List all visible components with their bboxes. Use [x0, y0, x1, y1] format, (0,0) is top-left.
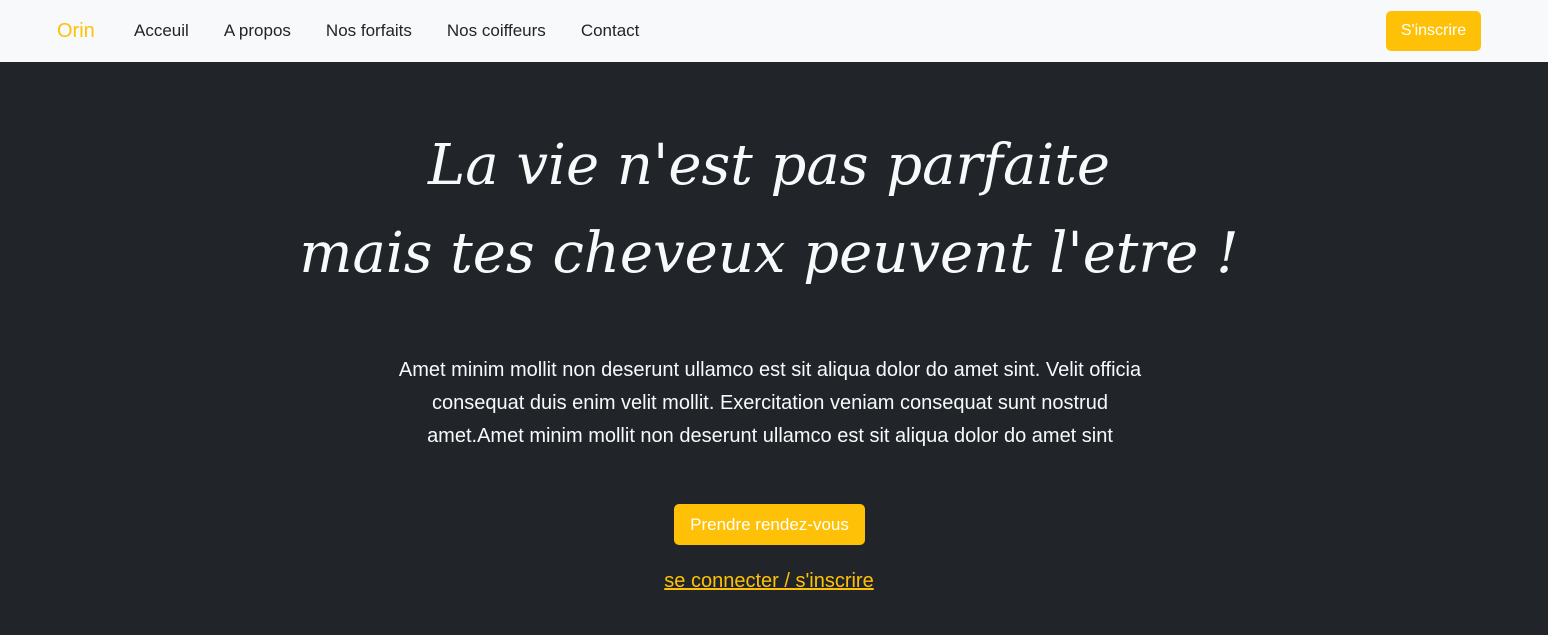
hero-title-line-2: mais tes cheveux peuvent l'etre ! — [299, 221, 1239, 286]
hero-section: La vie n'est pas parfaite mais tes cheve… — [0, 62, 1548, 635]
hero-description-line-1: Amet minim mollit non deserunt ullamco e… — [398, 359, 1142, 381]
hero-title-line-1: La vie n'est pas parfaite — [428, 133, 1110, 198]
login-signup-link[interactable]: se connecter / s'inscrire — [664, 570, 873, 592]
brand-logo[interactable]: Orin — [57, 18, 95, 44]
nav-links: Acceuil A propos Nos forfaits Nos coiffe… — [134, 20, 674, 42]
nav-link-acceuil[interactable]: Acceuil — [134, 20, 189, 42]
nav-link-nos-coiffeurs[interactable]: Nos coiffeurs — [447, 20, 546, 42]
login-link-container: se connecter / s'inscrire — [0, 567, 1538, 595]
signup-button[interactable]: S'inscrire — [1386, 11, 1481, 51]
book-appointment-button[interactable]: Prendre rendez-vous — [674, 504, 865, 545]
hero-title: La vie n'est pas parfaite mais tes cheve… — [0, 122, 1538, 298]
nav-link-nos-forfaits[interactable]: Nos forfaits — [326, 20, 412, 42]
navbar: Orin Acceuil A propos Nos forfaits Nos c… — [0, 0, 1548, 62]
hero-description-line-2: consequat duis enim velit mollit. Exerci… — [432, 392, 1108, 414]
nav-link-contact[interactable]: Contact — [581, 20, 640, 42]
hero-description-line-3: amet.Amet minim mollit non deserunt ulla… — [427, 425, 1113, 447]
hero-description: Amet minim mollit non deserunt ullamco e… — [370, 354, 1170, 453]
nav-link-a-propos[interactable]: A propos — [224, 20, 291, 42]
